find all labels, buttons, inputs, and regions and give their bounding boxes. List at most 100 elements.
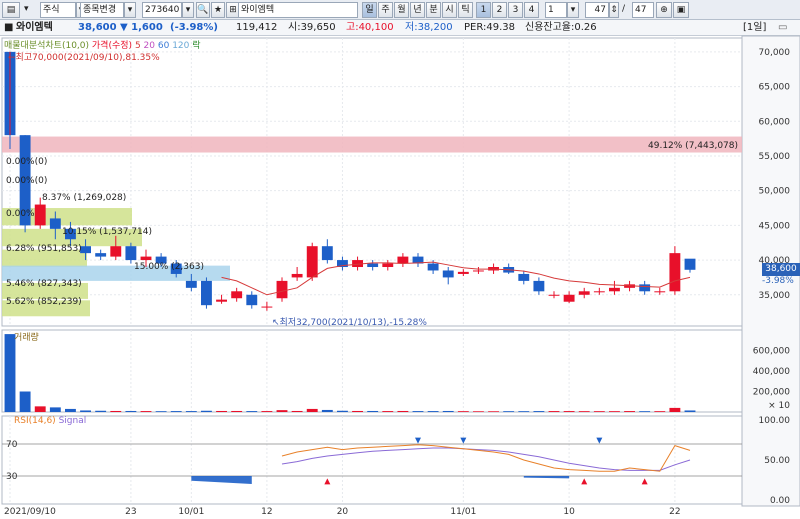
rsi-title: RSI(14,6) Signal bbox=[14, 416, 86, 426]
volume-bar bbox=[185, 411, 197, 412]
volume-bar bbox=[246, 411, 258, 412]
volume-bar bbox=[95, 410, 107, 412]
candle-body bbox=[563, 294, 575, 302]
volume-bar bbox=[442, 410, 454, 412]
volume-profile-label: 0.00% bbox=[6, 209, 35, 219]
date-tick-label: 2021/09/10 bbox=[4, 507, 56, 517]
candle-body bbox=[231, 291, 243, 299]
volume-bar bbox=[170, 411, 182, 412]
date-tick-label: 22 bbox=[669, 507, 680, 517]
date-tick-label: 23 bbox=[125, 507, 136, 517]
rsi-level-label: 30 bbox=[6, 472, 18, 482]
candle-body bbox=[291, 273, 303, 278]
volume-bar bbox=[352, 410, 363, 412]
candle-body bbox=[533, 280, 545, 292]
date-tick-label: 12 bbox=[261, 507, 272, 517]
max-annotation: ←최고70,000(2021/09/10),81.35% bbox=[8, 53, 160, 63]
price-tick-label: 65,000 bbox=[759, 83, 791, 93]
rsi-tick-label: 100.00 bbox=[759, 416, 791, 426]
volume-bar bbox=[609, 411, 620, 412]
volume-profile-label: 0.00%(0) bbox=[6, 157, 48, 167]
rsi-level-label: 70 bbox=[6, 440, 18, 450]
volume-bar bbox=[563, 411, 575, 412]
rsi-tick-label: 50.00 bbox=[764, 456, 790, 466]
signal-label: Signal bbox=[58, 416, 87, 426]
volume-bar bbox=[337, 410, 348, 412]
volume-tick-label: 400,000 bbox=[753, 367, 790, 377]
volume-bar bbox=[533, 411, 545, 412]
candle-body bbox=[669, 253, 681, 292]
panel-frame bbox=[1, 329, 743, 413]
last-price-marker: 38,600 bbox=[762, 263, 800, 276]
candle-body bbox=[684, 258, 696, 270]
price-tick-label: 55,000 bbox=[759, 152, 791, 162]
volume-bar bbox=[110, 410, 122, 412]
volume-profile-label: 5.46% (827,343) bbox=[6, 279, 82, 289]
candle-body bbox=[95, 253, 107, 257]
volume-profile-bar bbox=[2, 136, 742, 153]
date-tick-label: 11/01 bbox=[450, 507, 476, 517]
candle-body bbox=[321, 246, 333, 261]
volume-bar bbox=[291, 410, 303, 412]
candle-body bbox=[201, 280, 212, 306]
candle-body bbox=[654, 291, 666, 293]
candle-body bbox=[306, 246, 318, 278]
candle-body bbox=[457, 271, 469, 274]
candle-body bbox=[548, 294, 560, 296]
stock-chart[interactable]: 70,00065,00060,00055,00050,00045,00040,0… bbox=[0, 0, 800, 519]
candle-body bbox=[578, 291, 590, 295]
candle-body bbox=[261, 306, 273, 308]
candle-body bbox=[442, 270, 454, 278]
price-tick-label: 45,000 bbox=[759, 221, 791, 231]
candle-body bbox=[427, 263, 439, 271]
volume-bar bbox=[593, 411, 605, 412]
date-tick-label: 20 bbox=[337, 507, 349, 517]
candle-body bbox=[246, 294, 258, 306]
volume-bar bbox=[155, 411, 167, 412]
volume-profile-label: 15.00% (2,363) bbox=[134, 262, 204, 272]
volume-tick-label: 200,000 bbox=[753, 388, 790, 398]
volume-bar bbox=[140, 411, 152, 412]
last-change-marker: -3.98% bbox=[762, 276, 794, 286]
volume-bar bbox=[578, 411, 590, 412]
panel-frame bbox=[1, 37, 743, 327]
price-tick-label: 60,000 bbox=[759, 117, 791, 127]
volume-bar bbox=[321, 409, 333, 412]
candle-body bbox=[473, 270, 484, 272]
volume-bar bbox=[488, 411, 499, 412]
candle-body bbox=[518, 273, 530, 281]
candle-body bbox=[110, 246, 122, 257]
candle-body bbox=[185, 280, 197, 288]
volume-bar bbox=[397, 410, 409, 412]
volume-profile-label: 49.12% (7,443,078) bbox=[648, 141, 739, 151]
candle-body bbox=[216, 299, 227, 302]
price-tick-label: 70,000 bbox=[759, 48, 791, 58]
volume-bar bbox=[306, 408, 318, 412]
volume-bar bbox=[684, 410, 696, 412]
volume-bar bbox=[125, 410, 137, 412]
volume-bar bbox=[503, 411, 515, 412]
volume-bar bbox=[216, 410, 227, 412]
candle-body bbox=[639, 284, 651, 292]
volume-profile-label: 0.00%(0) bbox=[6, 176, 48, 186]
volume-bar bbox=[49, 407, 61, 412]
candle-body bbox=[276, 280, 288, 299]
candle-body bbox=[593, 291, 605, 293]
volume-bar bbox=[65, 408, 76, 412]
volume-bar bbox=[231, 410, 243, 412]
candle-body bbox=[367, 263, 379, 268]
rsi-label: RSI(14,6) bbox=[14, 416, 56, 426]
volume-bar bbox=[412, 411, 424, 412]
panel-frame bbox=[1, 415, 743, 505]
volume-bar bbox=[518, 411, 530, 412]
price-tick-label: 50,000 bbox=[759, 187, 791, 197]
date-tick-label: 10/01 bbox=[178, 507, 204, 517]
volume-profile-label: 8.37% (1,269,028) bbox=[42, 193, 127, 203]
date-tick-label: 10 bbox=[563, 507, 575, 517]
volume-bar bbox=[457, 411, 469, 412]
volume-bar bbox=[473, 411, 484, 412]
rsi-tick-label: 0.00 bbox=[770, 496, 790, 506]
volume-unit-label: × 10 bbox=[768, 401, 790, 411]
volume-bar bbox=[201, 410, 212, 412]
volume-bar bbox=[639, 411, 651, 412]
